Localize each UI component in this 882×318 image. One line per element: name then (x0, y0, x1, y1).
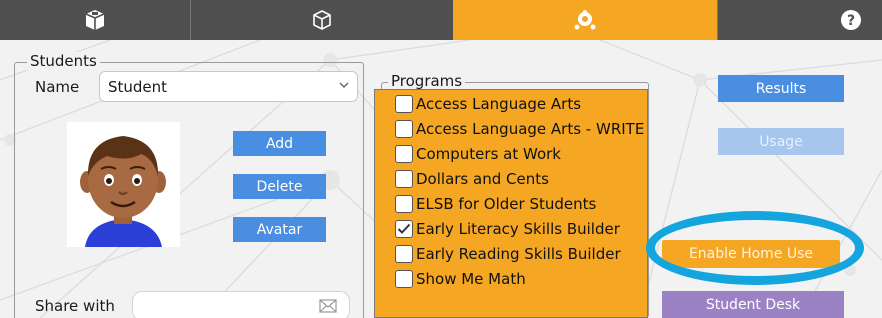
enable-home-use-button[interactable]: Enable Home Use (662, 240, 840, 268)
avatar-button[interactable]: Avatar (233, 217, 326, 242)
checkbox-checked[interactable] (395, 220, 413, 238)
program-label: Computers at Work (416, 145, 561, 163)
name-label: Name (35, 78, 80, 96)
student-name-value: Student (108, 77, 168, 96)
program-label: Access Language Arts - WRITE (416, 120, 645, 138)
program-label: Access Language Arts (416, 95, 582, 113)
results-button[interactable]: Results (718, 75, 844, 102)
tab-help[interactable]: ? (718, 0, 882, 40)
student-avatar-image (80, 136, 166, 247)
checkbox[interactable] (395, 120, 413, 138)
checkbox[interactable] (395, 245, 413, 263)
program-item[interactable]: Early Reading Skills Builder (395, 242, 621, 266)
checkbox[interactable] (395, 195, 413, 213)
tab-settings[interactable] (453, 0, 717, 40)
programs-legend: Programs (388, 72, 466, 90)
checkbox[interactable] (395, 270, 413, 288)
delete-button[interactable]: Delete (233, 174, 326, 199)
tab-box[interactable] (0, 0, 190, 40)
program-item[interactable]: Access Language Arts - WRITE (395, 117, 644, 141)
top-tab-bar: ? (0, 0, 882, 40)
tab-cube[interactable] (191, 0, 453, 40)
program-item[interactable]: Computers at Work (395, 142, 561, 166)
checkbox[interactable] (395, 170, 413, 188)
program-item[interactable]: Access Language Arts (395, 92, 581, 116)
programs-list: Access Language Arts Access Language Art… (374, 89, 648, 318)
chevron-down-icon (339, 82, 349, 88)
network-settings-icon (574, 10, 596, 30)
cube-icon (313, 10, 331, 30)
checkbox[interactable] (395, 145, 413, 163)
share-with-field[interactable] (132, 291, 350, 318)
program-item[interactable]: ELSB for Older Students (395, 192, 596, 216)
help-icon: ? (841, 10, 861, 30)
avatar (67, 122, 180, 247)
usage-button[interactable]: Usage (718, 128, 844, 155)
program-label: ELSB for Older Students (416, 195, 597, 213)
mail-icon (319, 299, 337, 313)
add-button[interactable]: Add (233, 131, 326, 156)
checkmark-icon (397, 223, 411, 234)
box-icon (85, 10, 105, 30)
share-with-label: Share with (35, 297, 115, 315)
program-label: Early Reading Skills Builder (416, 245, 621, 263)
student-desk-button[interactable]: Student Desk (662, 291, 844, 318)
program-item[interactable]: Early Literacy Skills Builder (395, 217, 620, 241)
program-item[interactable]: Dollars and Cents (395, 167, 549, 191)
program-item[interactable]: Show Me Math (395, 267, 526, 291)
program-label: Early Literacy Skills Builder (416, 220, 620, 238)
svg-text:?: ? (847, 13, 855, 29)
program-label: Dollars and Cents (416, 170, 549, 188)
student-name-select[interactable]: Student (99, 71, 358, 102)
program-label: Show Me Math (416, 270, 526, 288)
students-legend: Students (27, 52, 100, 70)
checkbox[interactable] (395, 95, 413, 113)
